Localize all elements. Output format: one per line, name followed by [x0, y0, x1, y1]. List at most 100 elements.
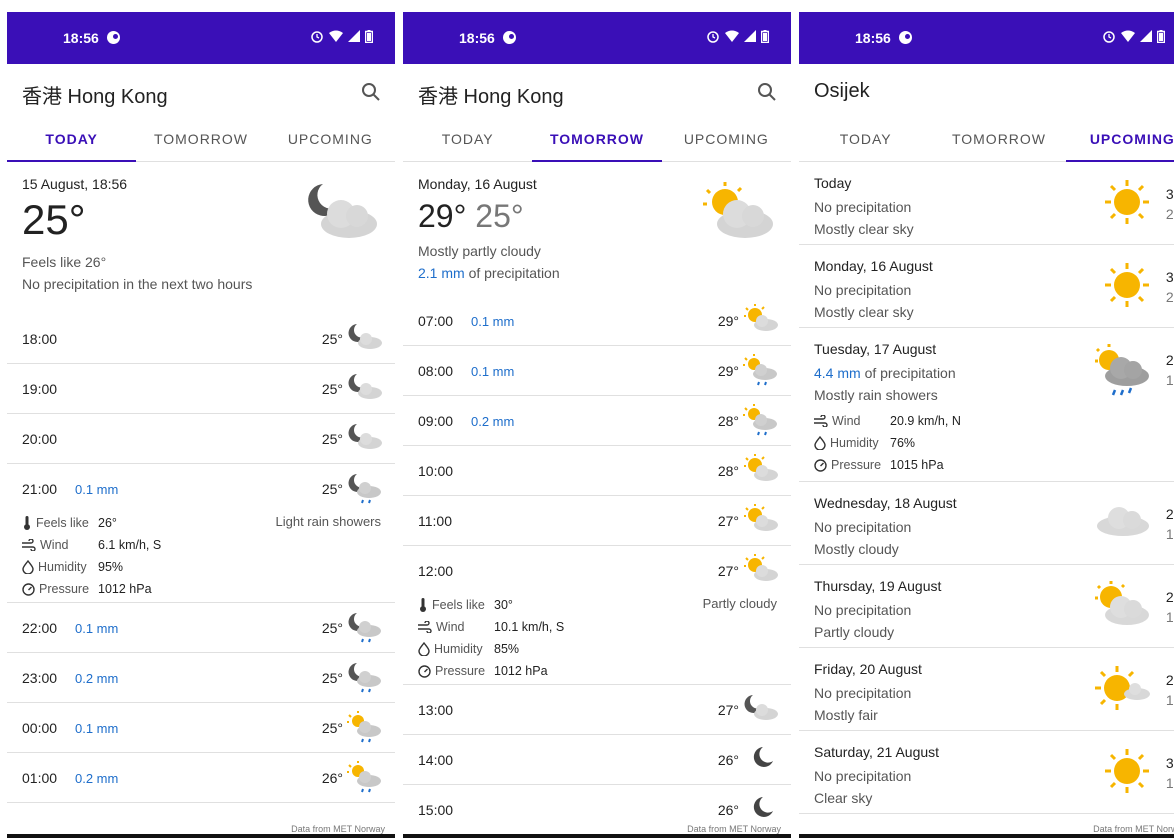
day-row[interactable]: Friday, 20 August No precipitation Mostly …: [799, 648, 1174, 731]
hour-time: 00:00: [22, 720, 58, 736]
status-bar: 18:56: [403, 12, 791, 64]
signal-icon: [1140, 30, 1152, 42]
hour-row[interactable]: 11:00 27°: [403, 496, 791, 546]
precip-amount: 4.4 mm: [814, 365, 861, 381]
day-row[interactable]: Monday, 16 August No precipitation Mostly …: [799, 245, 1174, 328]
hour-precipitation: 0.1 mm: [471, 364, 515, 379]
hour-row[interactable]: 21:00 0.1 mm 25° Feels like 26° Wind 6.1 km/h,…: [7, 464, 395, 603]
tab-today[interactable]: TODAY: [7, 116, 137, 162]
search-icon[interactable]: [757, 82, 777, 107]
precip-text: No precipitation: [814, 602, 912, 618]
city-title: 香港 Hong Kong: [418, 86, 564, 108]
moon-icon: [743, 743, 779, 776]
tab-today[interactable]: TODAY: [799, 116, 932, 161]
sun-icon: [1103, 178, 1151, 231]
status-time: 18:56: [459, 30, 495, 46]
data-attribution: Data from MET Norway: [291, 824, 385, 834]
humidity-label: Humidity: [814, 436, 890, 450]
sun-cloud-icon: [743, 554, 779, 587]
day-low: 27°: [1165, 206, 1174, 222]
day-low: 19°: [1165, 372, 1174, 388]
day-row[interactable]: Thursday, 19 August No precipitation Partl…: [799, 565, 1174, 648]
day-low: 15°: [1165, 609, 1174, 625]
day-rain-showers-icon: [1095, 344, 1151, 409]
day-row[interactable]: Tuesday, 17 August 4.4 mm of precipitatio…: [799, 328, 1174, 482]
hour-row[interactable]: 01:00 0.2 mm 26°: [7, 753, 395, 803]
hour-temperature: 27°: [717, 702, 739, 718]
hour-row[interactable]: 14:00 26°: [403, 735, 791, 785]
day-low: 18°: [1165, 526, 1174, 542]
hour-row[interactable]: 10:00 28°: [403, 446, 791, 496]
pressure-value: 1012 hPa: [98, 582, 152, 596]
status-icons: [1102, 29, 1165, 43]
hour-time: 09:00: [418, 413, 454, 429]
tab-bar: TODAY TOMORROW UPCOMING: [799, 116, 1174, 162]
alarm-icon: [707, 31, 719, 43]
precipitation-note: No precipitation in the next two hours: [22, 276, 253, 292]
day-low: 22°: [1165, 289, 1174, 305]
hour-row[interactable]: 00:00 0.1 mm 25°: [7, 703, 395, 753]
details-panel: Feels like 30° Wind 10.1 km/h, S Humidity 85%…: [418, 594, 564, 682]
hour-row[interactable]: 20:00 25°: [7, 414, 395, 464]
notification-icon: [899, 31, 912, 44]
hour-precipitation: 0.1 mm: [75, 721, 119, 736]
app-bar: Osijek: [799, 64, 1174, 116]
tab-bar: TODAY TOMORROW UPCOMING: [403, 116, 791, 162]
sun-icon: [1103, 747, 1151, 800]
precip-text: No precipitation: [814, 768, 912, 784]
hour-temperature: 29°: [717, 363, 739, 379]
hour-row[interactable]: 22:00 0.1 mm 25°: [7, 603, 395, 653]
battery-icon: [365, 29, 373, 43]
hour-description: Partly cloudy: [702, 596, 777, 611]
cloud-icon: [1095, 498, 1151, 543]
hour-temperature: 25°: [321, 431, 343, 447]
day-high: 36°: [1165, 269, 1174, 285]
hour-row[interactable]: 19:00 25°: [7, 364, 395, 414]
wind-icon: [22, 539, 36, 551]
hour-row[interactable]: 13:00 27°: [403, 685, 791, 735]
hour-row[interactable]: 23:00 0.2 mm 25°: [7, 653, 395, 703]
hour-temperature: 29°: [717, 313, 739, 329]
wind-icon: [814, 415, 828, 427]
tab-upcoming[interactable]: UPCOMING: [1065, 116, 1174, 162]
signal-icon: [348, 30, 360, 42]
current-summary: 15 August, 18:56 25° Feels like 26° No p…: [7, 162, 395, 314]
hour-temperature: 26°: [321, 770, 343, 786]
hour-row[interactable]: 12:00 27° Feels like 30° Wind 10.1 km/h, S Hum…: [403, 546, 791, 685]
gauge-icon: [22, 582, 35, 596]
day-rain-showers-icon: [347, 711, 383, 752]
hour-precipitation: 0.2 mm: [75, 671, 119, 686]
precip-text: of precipitation: [860, 365, 956, 381]
tab-today[interactable]: TODAY: [403, 116, 532, 161]
wind-value: 20.9 km/h, N: [890, 414, 961, 428]
hour-time: 21:00: [22, 481, 58, 497]
search-icon[interactable]: [361, 82, 381, 107]
hour-time: 07:00: [418, 313, 454, 329]
tab-tomorrow[interactable]: TOMORROW: [932, 116, 1065, 161]
hour-row[interactable]: 08:00 0.1 mm 29°: [403, 346, 791, 396]
day-high: 23°: [1165, 506, 1174, 522]
day-rain-showers-icon: [347, 761, 383, 802]
gauge-icon: [814, 458, 827, 472]
hour-time: 08:00: [418, 363, 454, 379]
nav-bar: [799, 834, 1174, 838]
hour-row[interactable]: 09:00 0.2 mm 28°: [403, 396, 791, 446]
tab-upcoming[interactable]: UPCOMING: [266, 116, 395, 161]
day-row[interactable]: Saturday, 21 August No precipitation Clear…: [799, 731, 1174, 814]
day-high: 27°: [1165, 352, 1174, 368]
status-time: 18:56: [855, 30, 891, 46]
precip-text: No precipitation: [814, 519, 912, 535]
day-row[interactable]: Wednesday, 18 August No precipitation Most…: [799, 482, 1174, 565]
hour-time: 19:00: [22, 381, 58, 397]
day-row[interactable]: TodayNo precipitationMostly clear sky35°…: [799, 162, 1174, 245]
tab-upcoming[interactable]: UPCOMING: [662, 116, 791, 161]
tab-tomorrow[interactable]: TOMORROW: [532, 116, 662, 162]
hour-row[interactable]: 07:00 0.1 mm 29°: [403, 296, 791, 346]
hour-time: 20:00: [22, 431, 58, 447]
day-condition: Mostly cloudy: [814, 541, 899, 557]
hour-row[interactable]: 18:00 25°: [7, 314, 395, 364]
tab-tomorrow[interactable]: TOMORROW: [136, 116, 265, 161]
hour-temperature: 25°: [321, 670, 343, 686]
sun-icon: [1103, 261, 1151, 314]
thermometer-icon: [420, 598, 426, 612]
